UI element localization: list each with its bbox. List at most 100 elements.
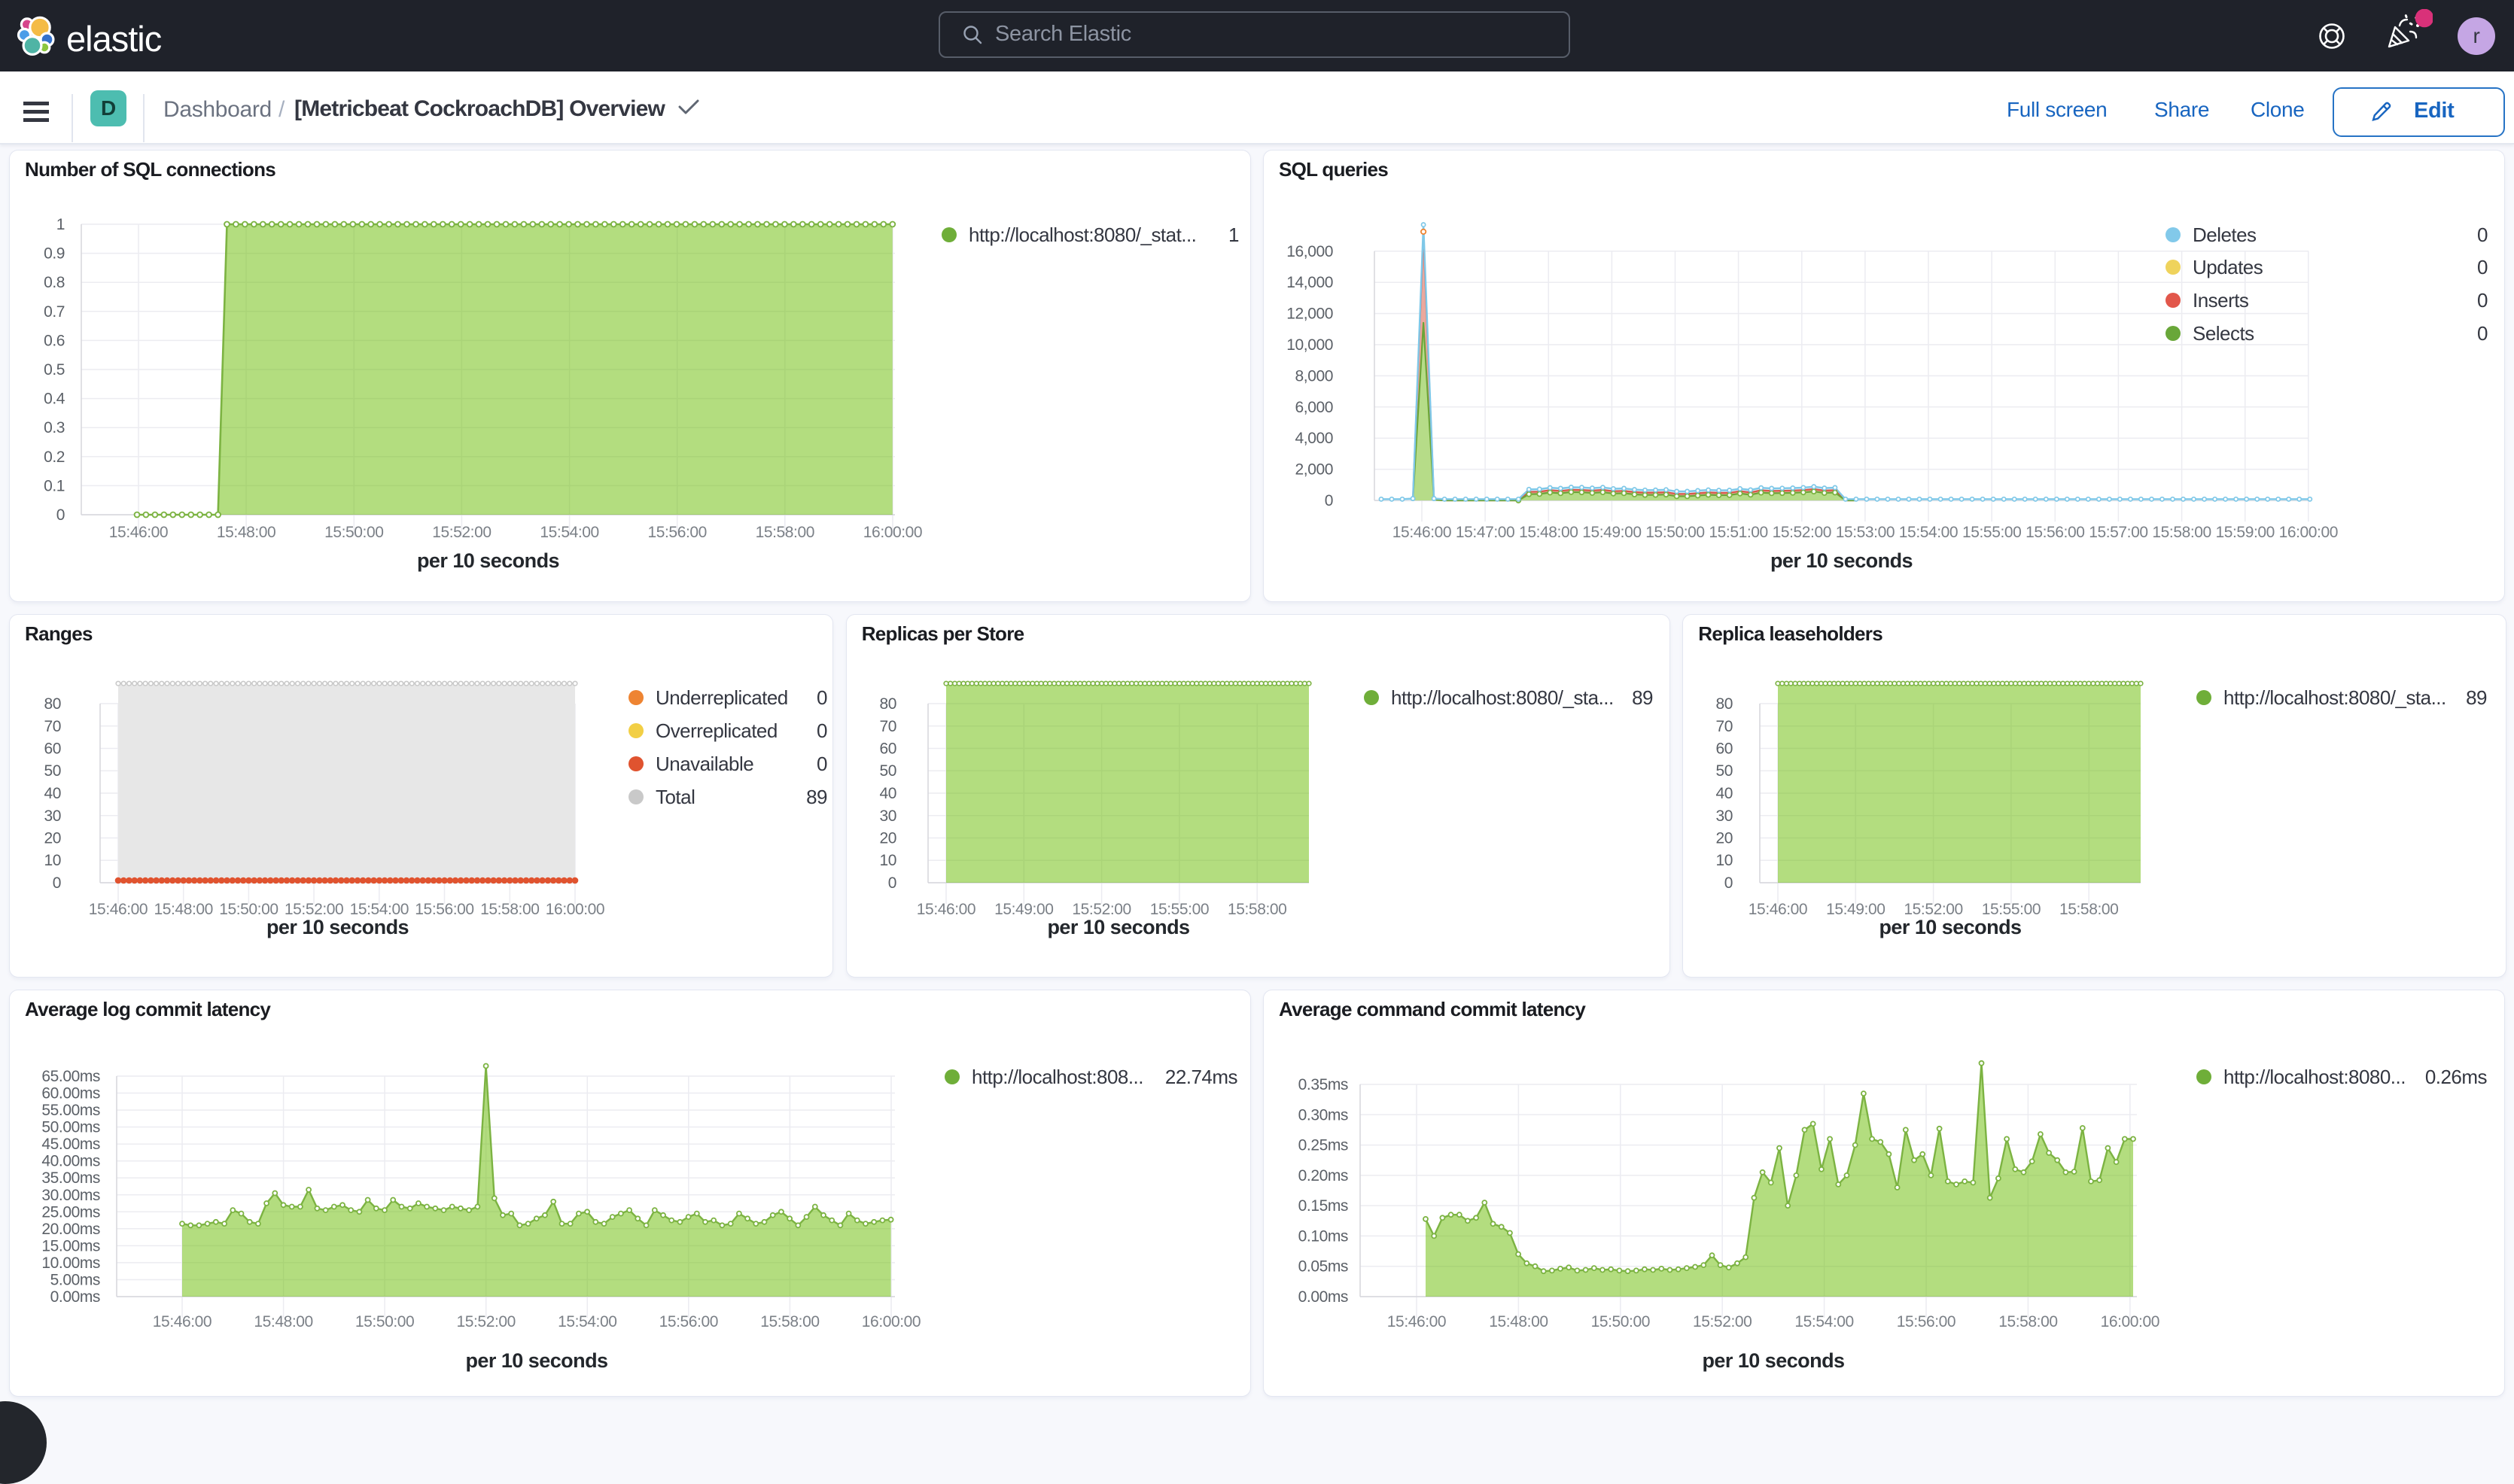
svg-text:per 10 seconds: per 10 seconds (1702, 1349, 1844, 1372)
svg-text:15:48:00: 15:48:00 (217, 524, 275, 541)
svg-text:15:56:00: 15:56:00 (415, 901, 473, 918)
svg-text:0: 0 (56, 506, 65, 524)
svg-text:0.10ms: 0.10ms (1298, 1227, 1348, 1245)
svg-text:0.00ms: 0.00ms (1298, 1288, 1348, 1306)
svg-text:40.00ms: 40.00ms (41, 1153, 100, 1170)
svg-text:15:48:00: 15:48:00 (254, 1313, 312, 1330)
svg-text:70: 70 (44, 718, 61, 735)
svg-text:10: 10 (879, 852, 896, 869)
svg-text:15:46:00: 15:46:00 (153, 1313, 212, 1330)
svg-text:Underreplicated: Underreplicated (656, 686, 788, 709)
svg-text:0: 0 (53, 874, 61, 892)
svg-text:6,000: 6,000 (1295, 399, 1333, 416)
svg-text:0.8: 0.8 (44, 274, 65, 291)
svg-text:1: 1 (56, 216, 65, 233)
svg-text:http://localhost:8080/_sta...: http://localhost:8080/_sta... (2223, 686, 2446, 709)
svg-text:22.74ms: 22.74ms (1165, 1066, 1238, 1088)
svg-text:0.6: 0.6 (44, 332, 65, 349)
svg-text:0: 0 (1724, 874, 1733, 892)
svg-text:30.00ms: 30.00ms (41, 1187, 100, 1204)
svg-text:50: 50 (44, 762, 61, 780)
svg-text:15:52:00: 15:52:00 (1773, 524, 1831, 541)
svg-text:60: 60 (1716, 740, 1733, 758)
svg-text:Updates: Updates (2193, 256, 2263, 278)
svg-text:0: 0 (817, 753, 827, 775)
svg-text:15:48:00: 15:48:00 (154, 901, 213, 918)
svg-text:Unavailable: Unavailable (656, 753, 753, 775)
svg-text:0: 0 (817, 719, 827, 742)
svg-text:Selects: Selects (2193, 322, 2254, 345)
svg-text:50: 50 (1716, 762, 1733, 780)
svg-text:per 10 seconds: per 10 seconds (417, 549, 559, 572)
svg-text:15:53:00: 15:53:00 (1836, 524, 1895, 541)
svg-text:per 10 seconds: per 10 seconds (1770, 549, 1913, 572)
svg-text:10: 10 (44, 852, 61, 869)
svg-text:0: 0 (1325, 492, 1333, 509)
svg-text:1: 1 (1228, 224, 1239, 246)
svg-text:15:46:00: 15:46:00 (89, 901, 148, 918)
svg-text:15:52:00: 15:52:00 (1693, 1313, 1752, 1330)
svg-text:15:46:00: 15:46:00 (916, 901, 975, 918)
svg-text:15:48:00: 15:48:00 (1489, 1313, 1548, 1330)
svg-text:0: 0 (2477, 322, 2488, 345)
svg-text:15:48:00: 15:48:00 (1519, 524, 1578, 541)
svg-text:15:56:00: 15:56:00 (2026, 524, 2084, 541)
svg-text:15:46:00: 15:46:00 (1387, 1313, 1446, 1330)
svg-text:16:00:00: 16:00:00 (863, 524, 922, 541)
svg-text:25.00ms: 25.00ms (41, 1203, 100, 1221)
svg-text:55.00ms: 55.00ms (41, 1102, 100, 1119)
svg-text:40: 40 (44, 785, 61, 802)
svg-text:15:56:00: 15:56:00 (648, 524, 707, 541)
svg-text:15:55:00: 15:55:00 (1962, 524, 2021, 541)
svg-text:0.1: 0.1 (44, 477, 65, 494)
svg-text:45.00ms: 45.00ms (41, 1136, 100, 1153)
svg-text:0.26ms: 0.26ms (2425, 1066, 2488, 1088)
svg-text:15:47:00: 15:47:00 (1456, 524, 1514, 541)
svg-text:15:58:00: 15:58:00 (2152, 524, 2211, 541)
svg-text:15:46:00: 15:46:00 (1392, 524, 1451, 541)
svg-text:0.35ms: 0.35ms (1298, 1076, 1348, 1093)
svg-text:15:50:00: 15:50:00 (355, 1313, 414, 1330)
svg-text:0: 0 (2477, 224, 2488, 246)
svg-text:15:57:00: 15:57:00 (2089, 524, 2147, 541)
svg-text:0: 0 (2477, 256, 2488, 278)
svg-text:15:54:00: 15:54:00 (1794, 1313, 1853, 1330)
svg-text:per 10 seconds: per 10 seconds (266, 916, 409, 938)
svg-text:http://localhost:8080/_sta...: http://localhost:8080/_sta... (1391, 686, 1614, 709)
svg-text:89: 89 (2466, 686, 2487, 709)
svg-text:20: 20 (1716, 830, 1733, 847)
svg-text:15:56:00: 15:56:00 (1897, 1313, 1956, 1330)
svg-text:15.00ms: 15.00ms (41, 1237, 100, 1254)
svg-text:http://localhost:808...: http://localhost:808... (972, 1066, 1143, 1088)
svg-text:16:00:00: 16:00:00 (546, 901, 604, 918)
svg-text:30: 30 (1716, 807, 1733, 825)
svg-text:4,000: 4,000 (1295, 430, 1333, 447)
svg-text:15:54:00: 15:54:00 (1899, 524, 1958, 541)
svg-text:16,000: 16,000 (1286, 243, 1333, 260)
svg-text:0.30ms: 0.30ms (1298, 1106, 1348, 1124)
svg-text:60: 60 (44, 740, 61, 758)
svg-text:Inserts: Inserts (2193, 289, 2249, 312)
svg-text:50.00ms: 50.00ms (41, 1119, 100, 1136)
svg-text:35.00ms: 35.00ms (41, 1169, 100, 1187)
svg-text:20.00ms: 20.00ms (41, 1221, 100, 1238)
svg-text:65.00ms: 65.00ms (41, 1068, 100, 1085)
svg-text:15:49:00: 15:49:00 (1582, 524, 1641, 541)
svg-text:10: 10 (1716, 852, 1733, 869)
svg-text:30: 30 (44, 807, 61, 825)
svg-text:60: 60 (879, 740, 896, 758)
svg-text:0.25ms: 0.25ms (1298, 1137, 1348, 1154)
svg-text:30: 30 (879, 807, 896, 825)
svg-text:0: 0 (817, 686, 827, 709)
svg-text:15:52:00: 15:52:00 (432, 524, 491, 541)
svg-text:0.9: 0.9 (44, 245, 65, 263)
svg-text:15:58:00: 15:58:00 (1228, 901, 1286, 918)
svg-text:15:49:00: 15:49:00 (1826, 901, 1885, 918)
svg-text:12,000: 12,000 (1286, 306, 1333, 323)
svg-text:15:56:00: 15:56:00 (659, 1313, 718, 1330)
svg-text:0: 0 (2477, 289, 2488, 312)
svg-text:http://localhost:8080/_stat...: http://localhost:8080/_stat... (969, 224, 1196, 246)
svg-text:0.20ms: 0.20ms (1298, 1167, 1348, 1184)
svg-text:15:51:00: 15:51:00 (1709, 524, 1767, 541)
svg-text:15:58:00: 15:58:00 (1998, 1313, 2057, 1330)
